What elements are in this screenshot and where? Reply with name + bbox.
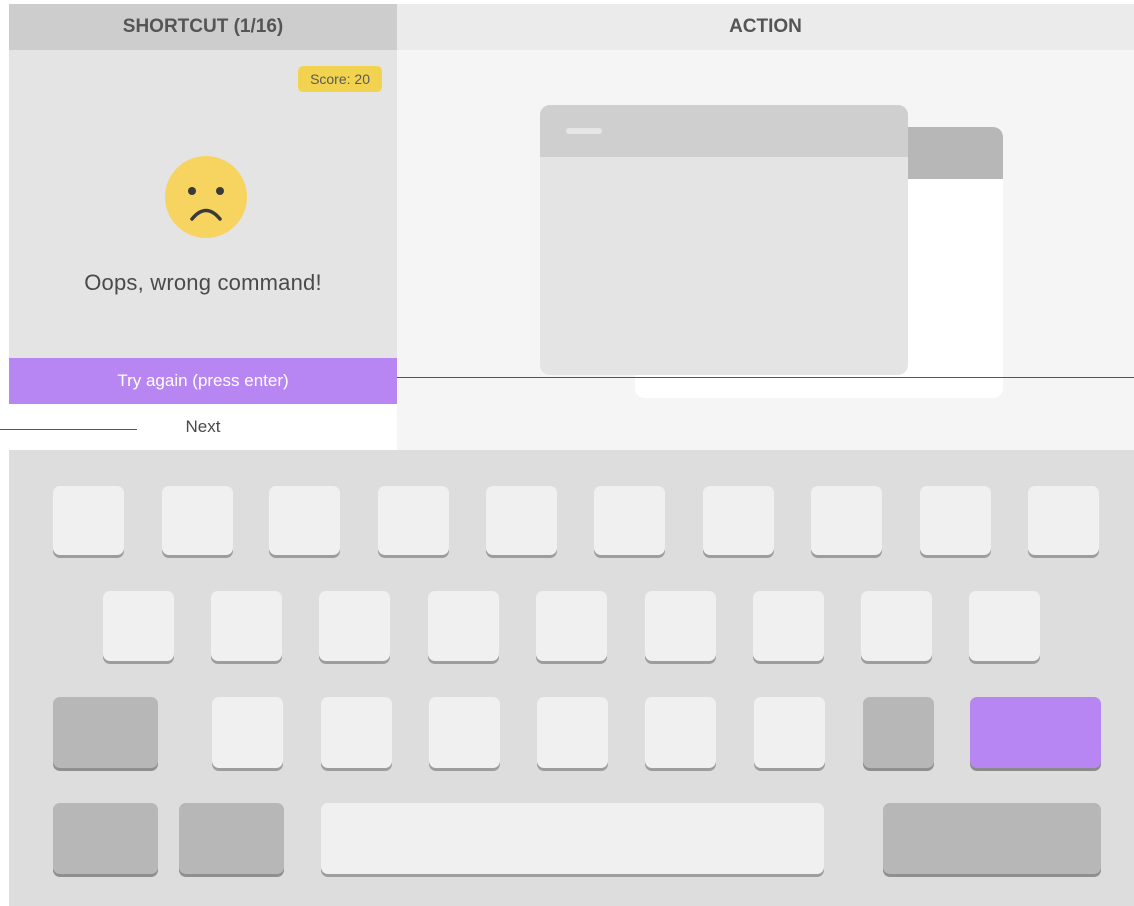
keyboard-key[interactable] — [269, 486, 340, 555]
shortcut-header: SHORTCUT (1/16) — [9, 4, 397, 50]
keyboard-key[interactable] — [969, 591, 1040, 661]
shift-key[interactable] — [53, 697, 158, 768]
score-badge: Score: 20 — [298, 66, 382, 92]
keyboard-key[interactable] — [429, 697, 500, 768]
keyboard-key[interactable] — [486, 486, 557, 555]
foreground-window — [540, 105, 908, 375]
sad-face-icon — [165, 156, 247, 238]
keyboard-key[interactable] — [162, 486, 233, 555]
keyboard-key[interactable] — [753, 591, 824, 661]
keyboard-key[interactable] — [645, 697, 716, 768]
keyboard-key[interactable] — [211, 591, 282, 661]
control-key[interactable] — [53, 803, 158, 874]
keyboard-key[interactable] — [594, 486, 665, 555]
keyboard-key[interactable] — [811, 486, 882, 555]
space-key[interactable] — [321, 803, 824, 874]
keyboard-key[interactable] — [537, 697, 608, 768]
option-key[interactable] — [179, 803, 284, 874]
keyboard-key[interactable] — [378, 486, 449, 555]
keyboard-key[interactable] — [103, 591, 174, 661]
keyboard-key[interactable] — [536, 591, 607, 661]
keyboard — [9, 450, 1134, 906]
keyboard-key[interactable] — [428, 591, 499, 661]
keyboard-key[interactable] — [920, 486, 991, 555]
window-title-pill — [566, 128, 602, 134]
action-panel: ACTION — [397, 4, 1134, 450]
next-button[interactable]: Next — [9, 404, 397, 450]
keyboard-key[interactable] — [212, 697, 283, 768]
try-again-guide-line — [397, 377, 1134, 378]
foreground-window-titlebar — [540, 105, 908, 157]
shortcut-panel: SHORTCUT (1/16) Score: 20 Oops, wrong co… — [9, 4, 397, 450]
modifier-key[interactable] — [863, 697, 934, 768]
keyboard-key[interactable] — [754, 697, 825, 768]
lesson-area: SHORTCUT (1/16) Score: 20 Oops, wrong co… — [9, 4, 1134, 450]
result-message: Oops, wrong command! — [84, 270, 322, 295]
keyboard-key[interactable] — [319, 591, 390, 661]
keyboard-key[interactable] — [53, 486, 124, 555]
app-root: SHORTCUT (1/16) Score: 20 Oops, wrong co… — [0, 0, 1134, 906]
keyboard-key[interactable] — [861, 591, 932, 661]
next-guide-line — [0, 429, 137, 430]
action-header: ACTION — [397, 4, 1134, 50]
keyboard-key[interactable] — [703, 486, 774, 555]
next-row: Next — [9, 404, 397, 450]
feedback-area: Score: 20 Oops, wrong command! — [9, 50, 397, 358]
action-preview — [397, 50, 1134, 450]
keyboard-key[interactable] — [321, 697, 392, 768]
try-again-button[interactable]: Try again (press enter) — [9, 358, 397, 404]
command-key[interactable] — [883, 803, 1101, 874]
keyboard-key[interactable] — [1028, 486, 1099, 555]
keyboard-key[interactable] — [645, 591, 716, 661]
enter-key[interactable] — [970, 697, 1101, 768]
